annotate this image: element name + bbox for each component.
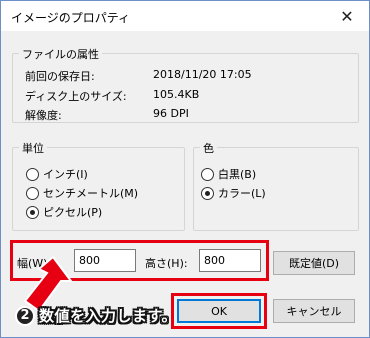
- instruction-text: 数値を入力します。: [39, 307, 178, 325]
- disk-size-label: ディスク上のサイズ:: [25, 90, 127, 103]
- last-saved-value: 2018/11/20 17:05: [153, 68, 252, 81]
- resolution-label: 解像度:: [25, 109, 62, 122]
- instruction-annotation: 2 数値を入力します。: [15, 305, 177, 326]
- width-input[interactable]: 800: [74, 249, 136, 272]
- step-number-badge: 2: [15, 305, 35, 326]
- height-input[interactable]: 800: [199, 249, 261, 272]
- resolution-value: 96 DPI: [153, 107, 189, 120]
- radio-centimeter[interactable]: センチメートル(M): [26, 185, 138, 201]
- radio-pixel-label: ピクセル(P): [43, 206, 103, 219]
- radio-centimeter-label: センチメートル(M): [43, 187, 139, 200]
- height-label: 高さ(H):: [145, 257, 188, 270]
- color-group-label: 色: [200, 140, 217, 156]
- radio-monochrome[interactable]: 白黒(B): [201, 166, 256, 182]
- window-title: イメージのプロパティ: [11, 11, 131, 25]
- radio-color-button[interactable]: [201, 186, 214, 200]
- ok-button[interactable]: OK: [177, 299, 261, 323]
- disk-size-value: 105.4KB: [153, 88, 200, 101]
- radio-centimeter-button[interactable]: [26, 186, 39, 200]
- image-properties-dialog: イメージのプロパティ ✕ ファイルの属性 前回の保存日: 2018/11/20 …: [0, 0, 370, 338]
- file-attributes-label: ファイルの属性: [19, 46, 102, 62]
- pointer-arrow-icon: [23, 255, 73, 313]
- cancel-button[interactable]: キャンセル: [273, 299, 355, 323]
- units-group-label: 単位: [19, 140, 47, 156]
- close-icon[interactable]: ✕: [325, 1, 369, 31]
- radio-pixel-button[interactable]: [26, 205, 39, 219]
- radio-inch[interactable]: インチ(I): [26, 166, 88, 182]
- radio-pixel[interactable]: ピクセル(P): [26, 204, 102, 220]
- last-saved-label: 前回の保存日:: [25, 70, 95, 83]
- default-button[interactable]: 既定値(D): [273, 251, 355, 275]
- radio-inch-label: インチ(I): [43, 168, 88, 181]
- radio-monochrome-button[interactable]: [201, 167, 214, 181]
- radio-color[interactable]: カラー(L): [201, 185, 266, 201]
- title-bar: イメージのプロパティ ✕: [1, 1, 369, 31]
- radio-monochrome-label: 白黒(B): [218, 168, 257, 181]
- radio-inch-button[interactable]: [26, 167, 39, 181]
- radio-color-label: カラー(L): [218, 187, 266, 200]
